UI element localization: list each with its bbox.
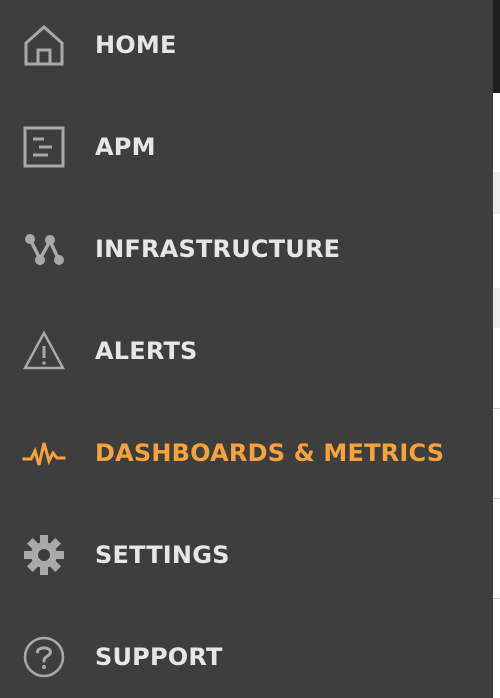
infrastructure-icon xyxy=(22,227,66,271)
nav-label-infrastructure: INFRASTRUCTURE xyxy=(95,235,341,263)
sidebar-nav: HOME APM INFRASTRUCTURE ALERTS DASHBOARD… xyxy=(0,0,493,698)
gear-icon xyxy=(22,533,66,577)
background-row-band xyxy=(493,288,500,328)
nav-label-settings: SETTINGS xyxy=(95,541,230,569)
pulse-icon xyxy=(22,431,66,475)
nav-label-support: SUPPORT xyxy=(95,643,223,671)
nav-item-apm[interactable]: APM xyxy=(0,112,493,182)
nav-item-infrastructure[interactable]: INFRASTRUCTURE xyxy=(0,214,493,284)
background-row-divider xyxy=(493,408,500,409)
home-icon xyxy=(22,23,66,67)
background-row-divider xyxy=(493,498,500,499)
nav-label-dashboards-metrics: DASHBOARDS & METRICS xyxy=(95,439,445,467)
background-row-divider xyxy=(493,598,500,599)
alert-triangle-icon xyxy=(22,329,66,373)
nav-item-home[interactable]: HOME xyxy=(0,10,493,80)
nav-label-home: HOME xyxy=(95,31,177,59)
nav-item-alerts[interactable]: ALERTS xyxy=(0,316,493,386)
nav-item-settings[interactable]: SETTINGS xyxy=(0,520,493,590)
nav-item-support[interactable]: SUPPORT xyxy=(0,622,493,692)
nav-label-apm: APM xyxy=(95,133,156,161)
apm-icon xyxy=(22,125,66,169)
background-row-band xyxy=(493,172,500,214)
question-circle-icon xyxy=(22,635,66,679)
background-header-edge xyxy=(493,0,500,93)
nav-item-dashboards-metrics[interactable]: DASHBOARDS & METRICS xyxy=(0,418,493,488)
background-app-edge xyxy=(493,0,500,698)
nav-label-alerts: ALERTS xyxy=(95,337,198,365)
